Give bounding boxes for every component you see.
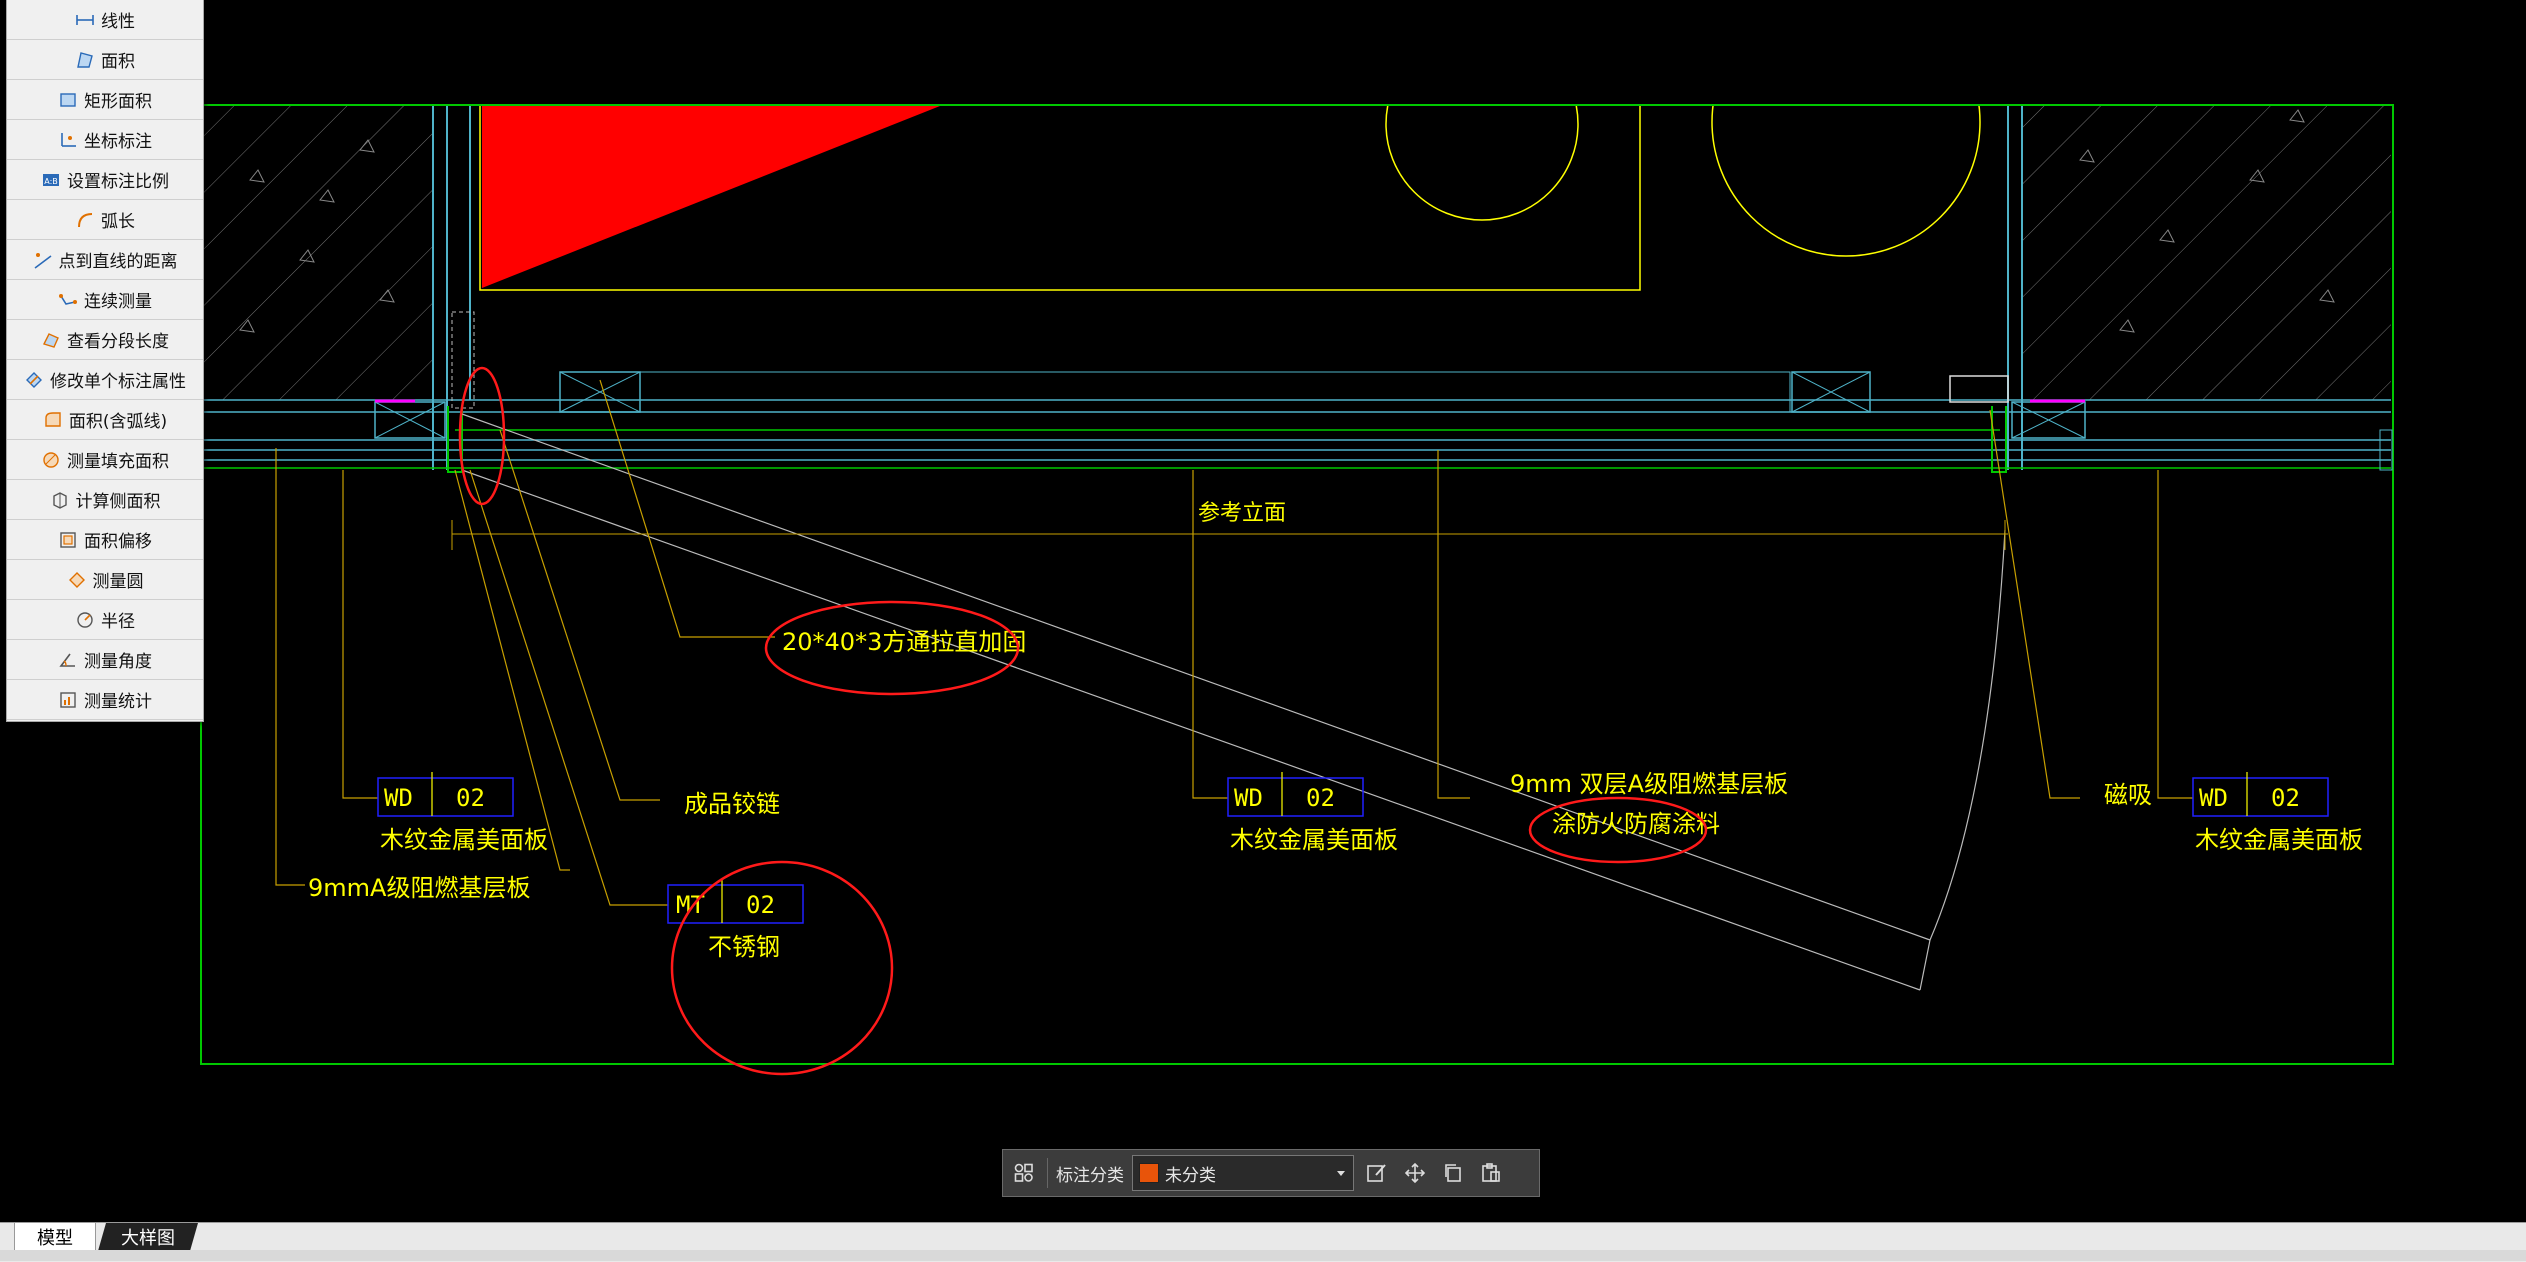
angle-icon <box>59 653 75 667</box>
category-label: 标注分类 <box>1056 1165 1124 1186</box>
magnet-label: 磁吸 <box>2104 781 2152 809</box>
tool-hatch-area[interactable]: 测量填充面积 <box>7 440 203 480</box>
linear-dim-icon <box>76 14 94 25</box>
svg-text:WD: WD <box>384 784 413 812</box>
chevron-down-icon <box>1337 1171 1345 1176</box>
statistics-icon <box>60 691 76 708</box>
tool-area[interactable]: 面积 <box>7 40 203 80</box>
square-tube-label: 20*40*3方通拉直加固 <box>782 628 1026 656</box>
tab-model[interactable]: 模型 <box>14 1223 96 1252</box>
edit-annotation-icon <box>26 371 42 388</box>
move-icon <box>1404 1162 1426 1184</box>
point-line-distance-icon <box>34 252 51 269</box>
copy-button[interactable] <box>1438 1158 1468 1188</box>
svg-text:不锈钢: 不锈钢 <box>708 933 780 961</box>
radius-icon <box>77 611 93 628</box>
tool-arc-length[interactable]: 弧长 <box>7 200 203 240</box>
double-board-label: 9mm 双层A级阻燃基层板 <box>1510 770 1788 798</box>
toolbar-divider <box>1047 1158 1048 1188</box>
annotation-toolbar: 标注分类 未分类 <box>1002 1149 1540 1197</box>
wall-right <box>2023 106 2391 400</box>
edit-icon <box>1367 1164 1386 1182</box>
measure-toolbar: 线性 面积 矩形面积 坐标标注 A:B 设置标注比例 弧长 点到直线的距离 连续… <box>6 0 204 722</box>
svg-text:02: 02 <box>746 891 775 919</box>
tool-circle-measure[interactable]: 测量圆 <box>7 560 203 600</box>
area-offset-icon <box>60 531 76 548</box>
markup-ellipses <box>458 366 1708 1076</box>
side-area-icon <box>52 491 67 509</box>
tool-area-offset[interactable]: 面积偏移 <box>7 520 203 560</box>
grid-view-button[interactable] <box>1009 1158 1039 1188</box>
category-select[interactable]: 未分类 <box>1132 1155 1354 1191</box>
paste-button[interactable] <box>1476 1158 1506 1188</box>
svg-text:木纹金属美面板: 木纹金属美面板 <box>380 826 548 854</box>
tool-rect-area[interactable]: 矩形面积 <box>7 80 203 120</box>
copy-icon <box>1445 1164 1461 1182</box>
red-fill-triangle <box>482 106 940 288</box>
tool-linear[interactable]: 线性 <box>7 0 203 40</box>
drawing-canvas[interactable]: 参考立面 WD 02 木纹金属美面板 WD 02 木纹金属美面板 WD 02 木… <box>0 0 2526 1222</box>
scale-icon: A:B <box>43 173 59 186</box>
continuous-measure-icon <box>59 293 77 305</box>
tag-mt: MT 02 不锈钢 <box>667 879 804 961</box>
svg-text:02: 02 <box>456 784 485 812</box>
tool-statistics[interactable]: 测量统计 <box>7 680 203 720</box>
category-select-value: 未分类 <box>1165 1165 1216 1186</box>
hatch-area-icon <box>43 451 59 468</box>
tool-point-line-distance[interactable]: 点到直线的距离 <box>7 240 203 280</box>
ref-elevation-label: 参考立面 <box>1198 501 1286 526</box>
hinge-label: 成品铰链 <box>684 790 780 818</box>
tool-segment-length[interactable]: 查看分段长度 <box>7 320 203 360</box>
tool-arc-area[interactable]: 面积(含弧线) <box>7 400 203 440</box>
tool-coordinate[interactable]: 坐标标注 <box>7 120 203 160</box>
arc-area-icon <box>45 411 61 427</box>
segment-length-icon <box>43 332 59 348</box>
edit-button[interactable] <box>1362 1158 1392 1188</box>
circle-measure-icon <box>68 571 85 588</box>
area-icon <box>77 51 93 68</box>
tool-angle[interactable]: 测量角度 <box>7 640 203 680</box>
svg-text:02: 02 <box>2271 784 2300 812</box>
wall-left <box>203 106 433 400</box>
board-9mm-label: 9mmA级阻燃基层板 <box>308 874 530 902</box>
category-color-swatch <box>1139 1163 1159 1183</box>
arc-length-icon <box>78 212 93 227</box>
tag-wd-left: WD 02 木纹金属美面板 <box>377 772 548 854</box>
svg-text:A:B: A:B <box>44 177 58 186</box>
tool-edit-annotation[interactable]: 修改单个标注属性 <box>7 360 203 400</box>
move-button[interactable] <box>1400 1158 1430 1188</box>
tag-wd-right: WD 02 木纹金属美面板 <box>2192 772 2363 854</box>
coordinate-icon <box>61 132 76 147</box>
paste-icon <box>1482 1163 1500 1182</box>
svg-text:WD: WD <box>1234 784 1263 812</box>
svg-text:木纹金属美面板: 木纹金属美面板 <box>1230 826 1398 854</box>
tab-detail-drawing[interactable]: 大样图 <box>98 1223 198 1251</box>
status-bar <box>0 1250 2526 1261</box>
tool-side-area[interactable]: 计算侧面积 <box>7 480 203 520</box>
cad-drawing: 参考立面 WD 02 木纹金属美面板 WD 02 木纹金属美面板 WD 02 木… <box>0 0 2526 1076</box>
rect-area-icon <box>60 92 76 107</box>
svg-text:木纹金属美面板: 木纹金属美面板 <box>2195 826 2363 854</box>
svg-text:02: 02 <box>1306 784 1335 812</box>
grid-icon <box>1014 1163 1033 1182</box>
svg-text:WD: WD <box>2199 784 2228 812</box>
tag-wd-middle: WD 02 木纹金属美面板 <box>1227 772 1398 854</box>
tool-set-scale[interactable]: A:B 设置标注比例 <box>7 160 203 200</box>
tool-radius[interactable]: 半径 <box>7 600 203 640</box>
tool-continuous-measure[interactable]: 连续测量 <box>7 280 203 320</box>
